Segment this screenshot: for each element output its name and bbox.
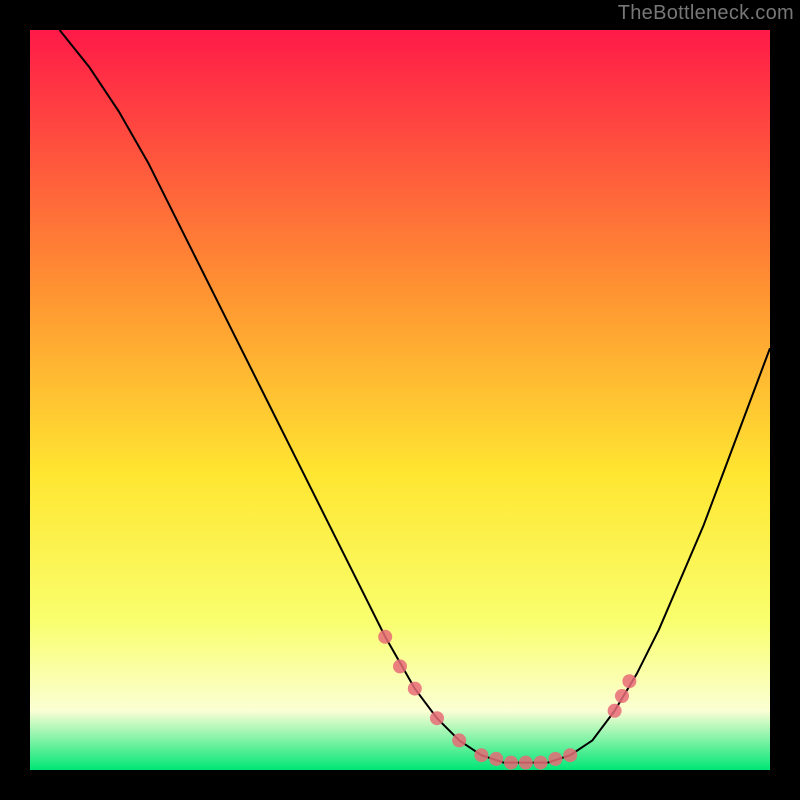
data-marker: [489, 752, 503, 766]
plot-area: [30, 30, 770, 770]
data-marker: [519, 756, 533, 770]
chart-svg: [30, 30, 770, 770]
data-marker: [548, 752, 562, 766]
data-marker: [534, 756, 548, 770]
attribution-text: TheBottleneck.com: [618, 2, 794, 25]
app-frame: TheBottleneck.com: [0, 0, 800, 800]
data-marker: [452, 733, 466, 747]
gradient-rect: [30, 30, 770, 770]
data-marker: [474, 748, 488, 762]
data-marker: [622, 674, 636, 688]
data-marker: [563, 748, 577, 762]
data-marker: [408, 682, 422, 696]
data-marker: [378, 630, 392, 644]
data-marker: [393, 659, 407, 673]
data-marker: [608, 704, 622, 718]
data-marker: [504, 756, 518, 770]
data-marker: [615, 689, 629, 703]
data-marker: [430, 711, 444, 725]
